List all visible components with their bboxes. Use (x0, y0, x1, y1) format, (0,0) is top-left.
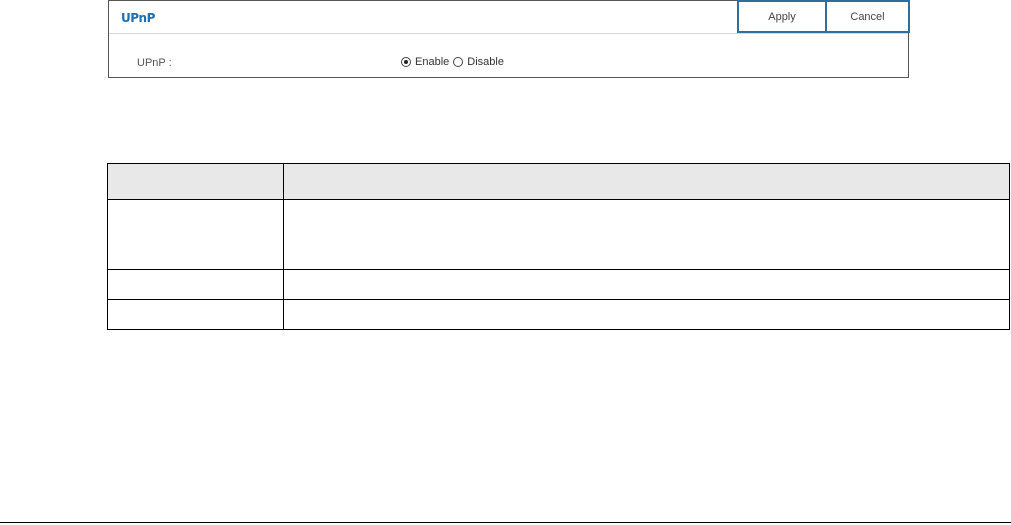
panel-title: UPnP (121, 11, 155, 25)
description-table (107, 163, 1010, 330)
table-cell (107, 299, 284, 330)
enable-label: Enable (415, 56, 450, 68)
disable-radio[interactable] (453, 57, 464, 67)
table-header-row (107, 163, 1010, 200)
table-header-description (283, 163, 1010, 200)
footer-rule (0, 522, 1011, 523)
table-header-label (107, 163, 284, 200)
table-row (107, 299, 1010, 330)
table-row (107, 199, 1010, 270)
upnp-radio-group: Enable Disable (401, 56, 508, 68)
table-cell (283, 299, 1010, 330)
enable-option[interactable]: Enable (401, 56, 449, 68)
table-cell (283, 269, 1010, 300)
enable-radio[interactable] (401, 57, 411, 67)
disable-option[interactable]: Disable (453, 56, 504, 68)
apply-button[interactable]: Apply (737, 0, 827, 33)
upnp-panel: UPnP Apply Cancel UPnP : Enable Disable (108, 0, 910, 78)
cancel-button[interactable]: Cancel (825, 0, 910, 33)
panel-header: UPnP Apply Cancel (109, 0, 910, 34)
table-cell (283, 199, 1010, 270)
disable-label: Disable (467, 56, 504, 68)
upnp-field-label: UPnP : (137, 57, 172, 69)
table-cell (107, 199, 284, 270)
table-cell (107, 269, 284, 300)
table-row (107, 269, 1010, 300)
